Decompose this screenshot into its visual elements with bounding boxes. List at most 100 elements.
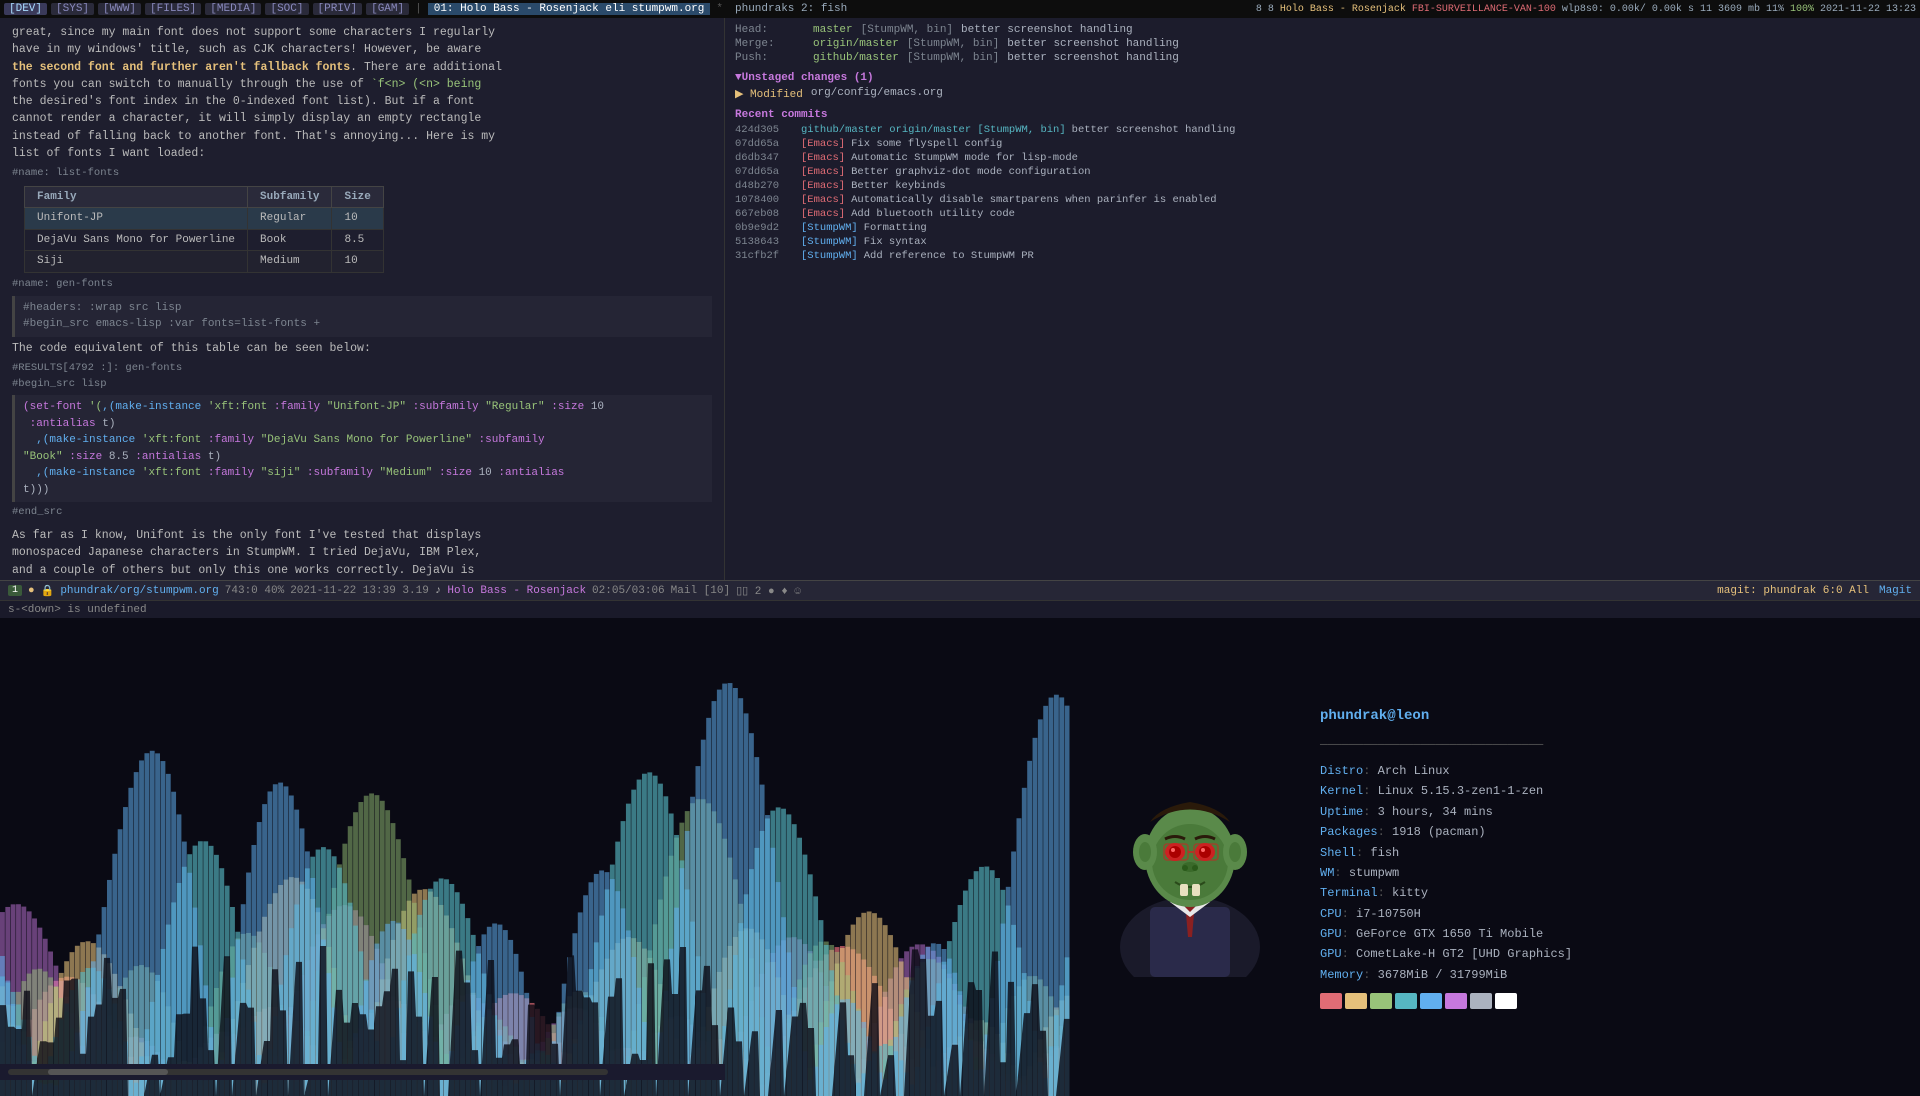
commit-row-2[interactable]: 07dd65a [Emacs] Fix some flyspell config (735, 138, 1910, 150)
neo-field-shell: Shell: fish (1320, 843, 1900, 863)
sb-indicators: ▯▯ 2 ● ♦ ☺ (736, 584, 801, 598)
font-row-dejavu: DejaVu Sans Mono for Powerline Book 8.5 (25, 229, 384, 251)
sb-lock-icon: 🔒 (41, 584, 55, 598)
neo-avatar (1090, 747, 1290, 967)
unstaged-header: ▼Unstaged changes (1) (735, 72, 1910, 84)
neo-field-memory: Memory: 3678MiB / 31799MiB (1320, 965, 1900, 985)
neo-field-kernel: Kernel: Linux 5.15.3-zen1-1-zen (1320, 781, 1900, 801)
tb-gam-tag[interactable]: [GAM] (366, 3, 409, 15)
neo-field-uptime: Uptime: 3 hours, 34 mins (1320, 802, 1900, 822)
gen-fonts-src: #headers: :wrap src lisp #begin_src emac… (12, 296, 712, 337)
neo-field-wm: WM: stumpwm (1320, 863, 1900, 883)
color-yellow (1345, 993, 1367, 1009)
font-row-unifont: Unifont-JP Regular 10 (25, 208, 384, 230)
neo-separator: ─────────────────────────────── (1320, 735, 1900, 755)
commit-row-8[interactable]: 0b9e9d2 [StumpWM] Formatting (735, 222, 1910, 234)
commit-row-10[interactable]: 31cfb2f [StumpWM] Add reference to Stump… (735, 250, 1910, 262)
font-table: Family Subfamily Size Unifont-JP Regular… (24, 186, 384, 273)
end-src-label: #end_src (12, 505, 712, 521)
gen-fonts-label: #name: gen-fonts (12, 277, 712, 293)
main-area: great, since my main font does not suppo… (0, 18, 1920, 580)
scroll-track[interactable] (8, 1069, 608, 1075)
neo-info: phundrak@leon ──────────────────────────… (1320, 705, 1900, 1009)
commit-row-4[interactable]: 07dd65a [Emacs] Better graphviz-dot mode… (735, 166, 1910, 178)
neo-field-gpu2: GPU: CometLake-H GT2 [UHD Graphics] (1320, 944, 1900, 964)
recent-commits-header: Recent commits (735, 109, 1910, 121)
sb-pos: 743:0 40% (225, 585, 284, 597)
color-blue (1420, 993, 1442, 1009)
magit-head-section: Head: master [StumpWM, bin] better scree… (735, 24, 1910, 64)
scrollbar-container (0, 1064, 725, 1080)
col-size: Size (332, 186, 383, 208)
tb-sep1: | (415, 3, 422, 15)
sb-right-label: Magit (1879, 585, 1912, 597)
neo-field-packages: Packages: 1918 (pacman) (1320, 822, 1900, 842)
tb-www-tag[interactable]: [WWW] (98, 3, 141, 15)
color-white (1470, 993, 1492, 1009)
magit-head-row: Head: master [StumpWM, bin] better scree… (735, 24, 1910, 36)
topbar: [DEV] [SYS] [WWW] [FILES] [MEDIA] [SOC] … (0, 0, 1920, 18)
org-document: great, since my main font does not suppo… (0, 18, 724, 580)
commit-row-9[interactable]: 5138643 [StumpWM] Fix syntax (735, 236, 1910, 248)
bottom-section: phundrak@leon ──────────────────────────… (0, 618, 1920, 1096)
set-font-code-block: (set-font '(,(make-instance 'xft:font :f… (12, 395, 712, 502)
tb-files-tag[interactable]: [FILES] (145, 3, 201, 15)
color-green (1370, 993, 1392, 1009)
tb-sys-tag[interactable]: [SYS] (51, 3, 94, 15)
modified-row[interactable]: ▶ Modified org/config/emacs.org (735, 87, 1910, 101)
sb-date: 2021-11-22 13:39 3.19 (290, 585, 429, 597)
neo-field-cpu: CPU: i7-10750H (1320, 904, 1900, 924)
sb-magit-info: magit: phundrak 6:0 All (1717, 585, 1869, 597)
neo-field-terminal: Terminal: kitty (1320, 883, 1900, 903)
statusbar: 1 ● 🔒 phundrak/org/stumpwm.org 743:0 40%… (0, 580, 1920, 600)
sb-window-num: 1 (8, 585, 22, 596)
magit-panel[interactable]: Head: master [StumpWM, bin] better scree… (725, 18, 1920, 580)
commit-row-3[interactable]: d6db347 [Emacs] Automatic StumpWM mode f… (735, 152, 1910, 164)
neo-color-swatches (1320, 993, 1900, 1009)
color-purple (1445, 993, 1467, 1009)
magit-push-row: Push: github/master [StumpWM, bin] bette… (735, 52, 1910, 64)
neo-field-distro: Distro: Arch Linux (1320, 761, 1900, 781)
sb-music-note: ♪ (435, 585, 442, 597)
commit-row-7[interactable]: 667eb08 [Emacs] Add bluetooth utility co… (735, 208, 1910, 220)
emacs-panel[interactable]: great, since my main font does not suppo… (0, 18, 725, 580)
col-subfamily: Subfamily (248, 186, 332, 208)
tb-tab2[interactable]: phundraks 2: fish (729, 3, 853, 15)
sb-mail: Mail [10] (671, 585, 730, 597)
tb-soc-tag[interactable]: [SOC] (265, 3, 308, 15)
sb-flag: ● (28, 585, 35, 597)
neo-username: phundrak@leon (1320, 705, 1900, 729)
font-row-siji: Siji Medium 10 (25, 251, 384, 273)
sb-music: Holo Bass - Rosenjack (447, 585, 586, 597)
neo-field-gpu1: GPU: GeForce GTX 1650 Ti Mobile (1320, 924, 1900, 944)
tb-right-info: 8 8 Holo Bass - Rosenjack FBI-SURVEILLAN… (1256, 4, 1916, 15)
sb-path: phundrak/org/stumpwm.org (60, 585, 218, 597)
scroll-thumb[interactable] (48, 1069, 168, 1075)
intro-paragraph: great, since my main font does not suppo… (12, 24, 712, 162)
commit-row-5[interactable]: d48b270 [Emacs] Better keybinds (735, 180, 1910, 192)
code-equiv-text: The code equivalent of this table can be… (12, 340, 712, 357)
tb-dev-tag[interactable]: [DEV] (4, 3, 47, 15)
tb-media-tag[interactable]: [MEDIA] (205, 3, 261, 15)
col-family: Family (25, 186, 248, 208)
tb-active-tab[interactable]: 01: Holo Bass - Rosenjack eli stumpwm.or… (428, 3, 711, 15)
sb-time: 02:05/03:06 (592, 585, 665, 597)
magit-merge-row: Merge: origin/master [StumpWM, bin] bett… (735, 38, 1910, 50)
echo-area: s-<down> is undefined (0, 600, 1920, 618)
waveform-svg (0, 618, 1070, 1096)
begin-src-label: #begin_src lisp (12, 377, 712, 393)
magit-commits-section: Recent commits 424d305 github/master ori… (735, 109, 1910, 262)
unifont-note: As far as I know, Unifont is the only fo… (12, 527, 712, 580)
magit-unstaged-section: ▼Unstaged changes (1) ▶ Modified org/con… (735, 72, 1910, 101)
results-label: #RESULTS[4792 :]: gen-fonts (12, 361, 712, 377)
echo-text: s-<down> is undefined (8, 604, 147, 616)
color-red (1320, 993, 1342, 1009)
tb-priv-tag[interactable]: [PRIV] (313, 3, 363, 15)
commit-row-1[interactable]: 424d305 github/master origin/master [Stu… (735, 124, 1910, 136)
color-cyan (1395, 993, 1417, 1009)
commit-row-6[interactable]: 1078400 [Emacs] Automatically disable sm… (735, 194, 1910, 206)
tb-sep2: * (716, 3, 723, 15)
color-bright-white (1495, 993, 1517, 1009)
waveform-area (0, 618, 1070, 1096)
neofetch-panel: phundrak@leon ──────────────────────────… (1070, 618, 1920, 1096)
